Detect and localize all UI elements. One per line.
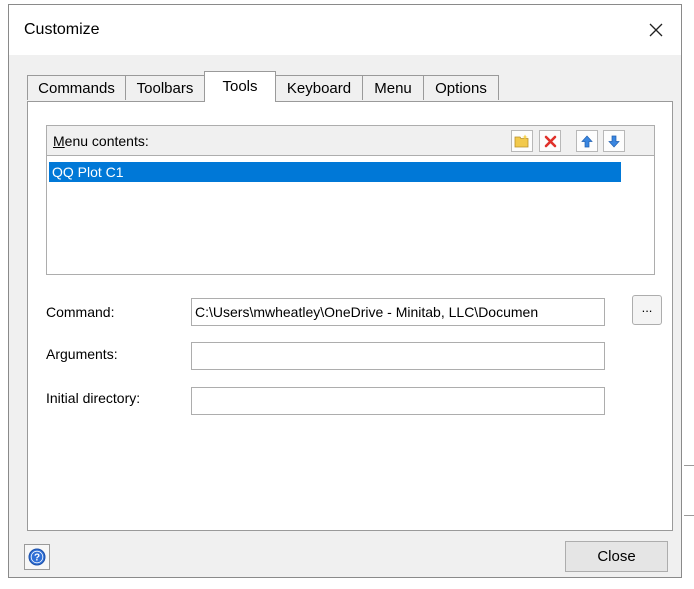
arguments-field[interactable] (191, 342, 605, 370)
menu-contents-list[interactable]: QQ Plot C1 (49, 160, 649, 270)
tab-keyboard[interactable]: Keyboard (275, 75, 363, 100)
title-bar: Customize (9, 5, 681, 55)
command-field[interactable]: C:\Users\mwheatley\OneDrive - Minitab, L… (191, 298, 605, 326)
delete-icon[interactable] (539, 130, 561, 152)
list-item[interactable]: QQ Plot C1 (49, 162, 621, 182)
browse-button[interactable]: ... (632, 295, 662, 325)
customize-dialog: Customize Commands Toolbars Tools Keyboa… (8, 4, 682, 578)
initial-directory-field[interactable] (191, 387, 605, 415)
menu-contents-header: Menu contents: (47, 126, 654, 156)
close-button[interactable]: Close (565, 541, 668, 572)
tab-menu[interactable]: Menu (362, 75, 424, 100)
arguments-label: Arguments: (46, 346, 118, 362)
background-edge (684, 515, 694, 516)
svg-text:?: ? (34, 553, 40, 564)
new-folder-icon[interactable] (511, 130, 533, 152)
menu-contents-box: Menu contents: QQ Plot C1 (46, 125, 655, 275)
help-icon[interactable]: ? (24, 544, 50, 570)
tab-tools[interactable]: Tools (204, 71, 276, 102)
command-label: Command: (46, 304, 115, 320)
move-up-icon[interactable] (576, 130, 598, 152)
tools-panel: Menu contents: QQ Plot C1 Command: C:\Us… (27, 101, 673, 531)
initial-directory-label: Initial directory: (46, 390, 141, 406)
menu-contents-label: Menu contents: (53, 133, 149, 149)
move-down-icon[interactable] (603, 130, 625, 152)
close-icon[interactable] (639, 13, 673, 47)
tab-toolbars[interactable]: Toolbars (125, 75, 205, 100)
background-edge (684, 465, 694, 466)
tab-options[interactable]: Options (423, 75, 499, 100)
tab-commands[interactable]: Commands (27, 75, 126, 100)
dialog-title: Customize (24, 21, 100, 38)
